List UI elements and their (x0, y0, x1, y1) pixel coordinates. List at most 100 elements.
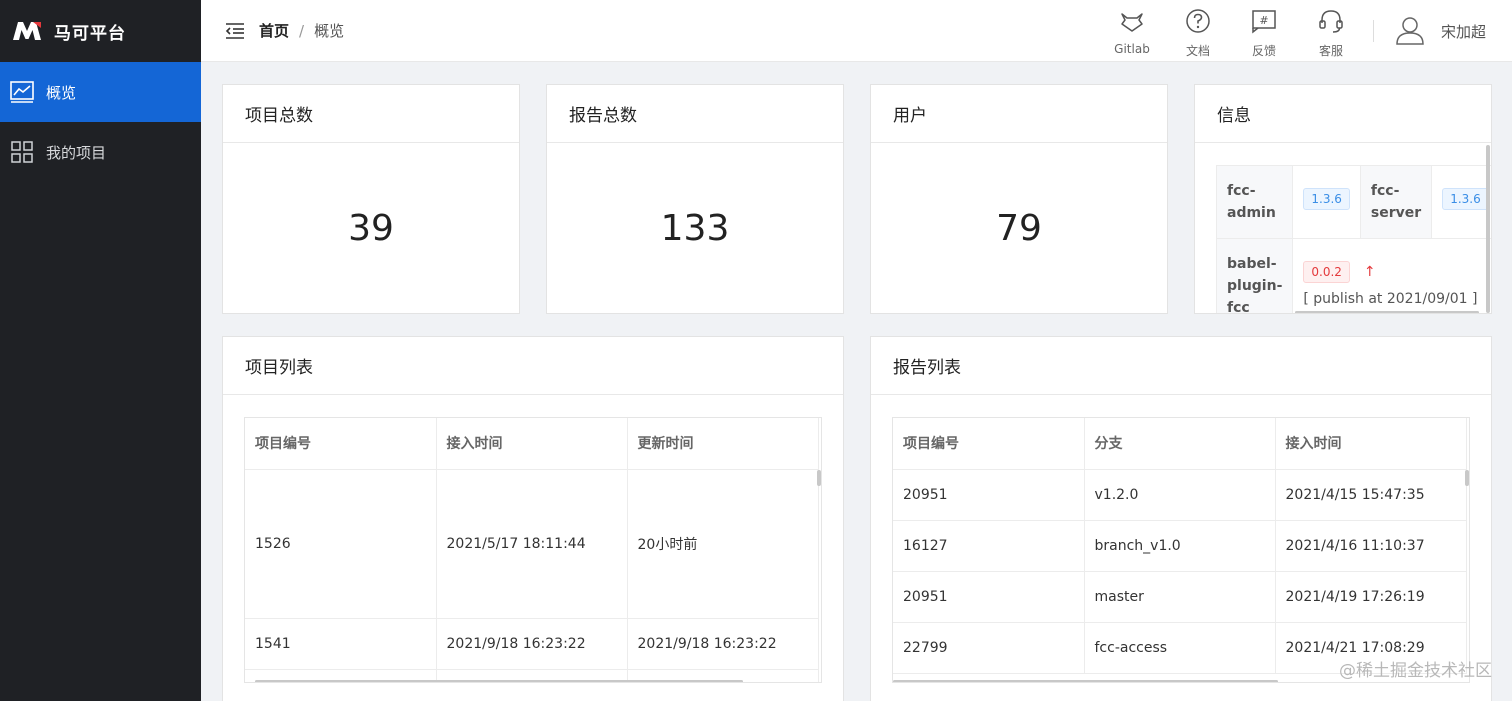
tool-label: 客服 (1318, 44, 1343, 58)
info-scrollbar-vertical[interactable] (1486, 145, 1490, 313)
version-tag: 1.3.6 (1303, 188, 1350, 210)
card-title: 用户 (871, 85, 1167, 143)
user-name[interactable]: 宋加超 (1441, 21, 1486, 42)
header-divider (1373, 20, 1374, 42)
feedback-icon: # (1252, 10, 1276, 34)
table-cell: 2021/4/16 11:10:37 (1275, 520, 1467, 572)
table-cell: fcc-access (1084, 622, 1276, 674)
menu-fold-icon[interactable] (225, 21, 245, 41)
info-scrollbar-horizontal[interactable] (1295, 311, 1479, 313)
card-title: 报告总数 (547, 85, 843, 143)
report-list-card: 报告列表 项目编号 分支 接入时间 20951 v1.2.0 2021/4/15… (870, 336, 1492, 701)
table-row[interactable]: 1526 2021/5/17 18:11:44 20小时前 (245, 469, 819, 619)
table-header-row: 项目编号 分支 接入时间 (893, 418, 1467, 470)
user-icon[interactable] (1395, 15, 1425, 45)
support-button[interactable]: 客服 (1306, 8, 1356, 59)
info-row: babel-plugin-fcc 0.0.2 ↑ [ publish at 202… (1216, 238, 1491, 313)
column-header[interactable]: 更新时间 (627, 418, 819, 470)
info-table-wrap[interactable]: fcc-admin 1.3.6 fcc-server 1.3.6 babel-p… (1216, 165, 1491, 313)
table-cell: 1541 (245, 618, 437, 670)
gitlab-icon (1121, 13, 1143, 32)
table-row[interactable]: 1541 2021/9/18 16:23:22 2021/9/18 16:23:… (245, 618, 819, 670)
grid-icon (10, 140, 34, 164)
sidebar-item-my-projects[interactable]: 我的项目 (0, 122, 201, 182)
table-header-row: 项目编号 接入时间 更新时间 (245, 418, 819, 470)
table-cell: 22799 (893, 622, 1085, 674)
tool-label: 文档 (1185, 44, 1210, 58)
info-key: fcc-server (1359, 165, 1433, 239)
table-row[interactable]: 20951 v1.2.0 2021/4/15 15:47:35 (893, 469, 1467, 521)
version-tag: 1.3.6 (1442, 188, 1489, 210)
report-table-wrap[interactable]: 项目编号 分支 接入时间 20951 v1.2.0 2021/4/15 15:4… (892, 417, 1470, 683)
table-cell: 2021/9/18 16:23:22 (436, 618, 628, 670)
table-cell: 20951 (893, 469, 1085, 521)
chart-icon (10, 80, 34, 104)
breadcrumb-home[interactable]: 首页 (259, 20, 289, 41)
table-cell: 20小时前 (627, 469, 819, 619)
table-cell: branch_v1.0 (1084, 520, 1276, 572)
table-scrollbar-vertical[interactable] (1465, 470, 1469, 486)
table-row[interactable]: 20951 master 2021/4/19 17:26:19 (893, 571, 1467, 623)
table-scrollbar-horizontal[interactable] (893, 680, 1278, 682)
table-scrollbar-vertical[interactable] (817, 470, 821, 486)
report-table: 项目编号 分支 接入时间 20951 v1.2.0 2021/4/15 15:4… (893, 418, 1467, 674)
info-value: 1.3.6 (1431, 165, 1491, 239)
sidebar-item-label: 我的项目 (46, 143, 107, 162)
stat-value: 39 (348, 207, 394, 249)
table-cell: 1526 (245, 469, 437, 619)
info-table: fcc-admin 1.3.6 fcc-server 1.3.6 babel-p… (1216, 165, 1491, 313)
version-tag: 0.0.2 (1303, 261, 1350, 283)
help-circle-icon (1186, 9, 1210, 33)
table-row[interactable]: 16127 branch_v1.0 2021/4/16 11:10:37 (893, 520, 1467, 572)
docs-button[interactable]: 文档 (1173, 8, 1223, 59)
sidebar: 马可平台 概览 我的项目 (0, 0, 201, 701)
breadcrumb: 首页 / 概览 (259, 20, 344, 41)
project-table: 项目编号 接入时间 更新时间 1526 2021/5/17 18:11:44 2… (245, 418, 819, 682)
m-logo-icon (13, 22, 41, 40)
table-cell: 2021/5/17 18:11:44 (436, 469, 628, 619)
info-key: fcc-admin (1216, 165, 1294, 239)
sidebar-item-overview[interactable]: 概览 (0, 62, 201, 122)
svg-text:#: # (1259, 14, 1268, 27)
stat-card-projects: 项目总数 39 (222, 84, 520, 314)
tool-label: Gitlab (1114, 42, 1150, 56)
column-header[interactable]: 项目编号 (245, 418, 437, 470)
column-header[interactable]: 项目编号 (893, 418, 1085, 470)
stat-value: 79 (996, 207, 1042, 249)
gitlab-button[interactable]: Gitlab (1107, 8, 1157, 56)
column-header[interactable]: 分支 (1084, 418, 1276, 470)
column-header[interactable]: 接入时间 (436, 418, 628, 470)
watermark: @稀土掘金技术社区 (1339, 661, 1492, 681)
table-cell: 2021/4/15 15:47:35 (1275, 469, 1467, 521)
card-title: 项目列表 (223, 337, 843, 395)
project-table-wrap[interactable]: 项目编号 接入时间 更新时间 1526 2021/5/17 18:11:44 2… (244, 417, 822, 683)
top-header: 首页 / 概览 Gitlab 文档 # 反馈 客服 宋加超 (201, 0, 1512, 62)
project-list-card: 项目列表 项目编号 接入时间 更新时间 1526 2021/5/17 18:11… (222, 336, 844, 701)
card-title: 报告列表 (871, 337, 1491, 395)
info-key: babel-plugin-fcc (1216, 238, 1294, 313)
arrow-up-icon: ↑ (1363, 264, 1376, 280)
breadcrumb-current: 概览 (314, 22, 345, 40)
info-value: 0.0.2 ↑ [ publish at 2021/09/01 ] (1292, 238, 1491, 313)
publish-note: [ publish at 2021/09/01 ] (1303, 291, 1478, 307)
table-cell: v1.2.0 (1084, 469, 1276, 521)
sidebar-item-label: 概览 (46, 83, 77, 102)
column-header[interactable]: 接入时间 (1275, 418, 1467, 470)
card-title: 信息 (1195, 85, 1491, 143)
table-cell: master (1084, 571, 1276, 623)
info-row: fcc-admin 1.3.6 fcc-server 1.3.6 (1216, 165, 1491, 239)
table-cell: 2021/9/18 16:23:22 (627, 618, 819, 670)
brand[interactable]: 马可平台 (0, 0, 201, 62)
feedback-button[interactable]: # 反馈 (1239, 8, 1289, 59)
table-cell: 2021/4/19 17:26:19 (1275, 571, 1467, 623)
tool-label: 反馈 (1251, 44, 1276, 58)
table-cell: 20951 (893, 571, 1085, 623)
headset-icon (1319, 10, 1343, 33)
app-name: 马可平台 (54, 23, 126, 44)
stat-card-reports: 报告总数 133 (546, 84, 844, 314)
stat-card-users: 用户 79 (870, 84, 1168, 314)
card-title: 项目总数 (223, 85, 519, 143)
stat-value: 133 (660, 207, 730, 249)
info-value: 1.3.6 (1292, 165, 1361, 239)
table-cell: 16127 (893, 520, 1085, 572)
